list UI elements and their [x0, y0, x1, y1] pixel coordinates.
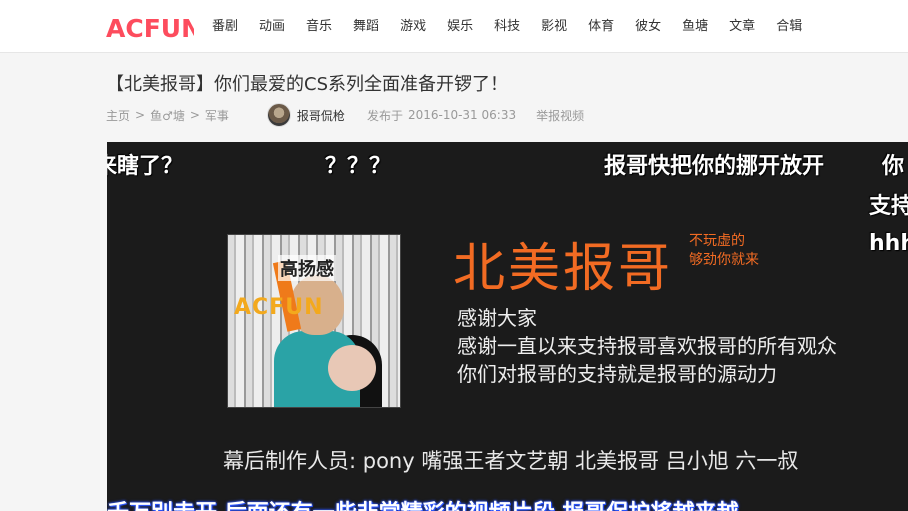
- danmaku-comment: hhh: [869, 231, 908, 256]
- danmaku-comment: 支持: [869, 194, 908, 219]
- nav-item-film[interactable]: 影视: [541, 0, 567, 53]
- breadcrumb-home[interactable]: 主页: [106, 107, 130, 124]
- host-photo-thumbnail: ACFUN 高扬感: [227, 234, 401, 408]
- nav-item-sports[interactable]: 体育: [588, 0, 614, 53]
- channel-brand-title: 北美报哥: [453, 239, 674, 299]
- thanks-message: 感谢大家 感谢一直以来支持报哥喜欢报哥的所有观众 你们对报哥的支持就是报哥的源动…: [457, 304, 837, 388]
- nav-item-game[interactable]: 游戏: [400, 0, 426, 53]
- channel-brand-tagline: 不玩虚的 够劲你就来: [689, 232, 759, 270]
- nav-item-dance[interactable]: 舞蹈: [353, 0, 379, 53]
- report-video-link[interactable]: 举报视频: [536, 107, 584, 124]
- tagline-line: 够劲你就来: [689, 252, 759, 268]
- danmaku-comment: 来瞎了？: [107, 154, 184, 179]
- photo-figure: [328, 345, 376, 391]
- breadcrumb-separator: >: [135, 108, 146, 122]
- nav-item-fishpond[interactable]: 鱼塘: [682, 0, 708, 53]
- nav-item-entertainment[interactable]: 娱乐: [447, 0, 473, 53]
- danmaku-comment: ？？？: [325, 154, 392, 179]
- production-credits: 幕后制作人员: pony 嘴强王者文艺朝 北美报哥 吕小旭 六一叔: [223, 449, 799, 473]
- category-nav: 番剧 动画 音乐 舞蹈 游戏 娱乐 科技 影视 体育 彼女 鱼塘 文章 合辑: [212, 0, 823, 53]
- thanks-line: 你们对报哥的支持就是报哥的源动力: [457, 362, 777, 386]
- danmaku-comment: 你: [882, 154, 905, 179]
- thumbnail-caption: 高扬感: [278, 255, 336, 281]
- author-name-link[interactable]: 报哥侃枪: [297, 107, 345, 124]
- breadcrumb-separator: >: [189, 108, 200, 122]
- nav-item-animation[interactable]: 动画: [259, 0, 285, 53]
- published-time: 2016-10-31 06:33: [407, 108, 517, 122]
- video-title: 【北美报哥】你们最爱的CS系列全面准备开锣了！: [106, 74, 508, 95]
- nav-item-tech[interactable]: 科技: [494, 0, 520, 53]
- danmaku-comment: 报哥快把你的挪开放开: [604, 154, 825, 179]
- tagline-line: 不玩虚的: [689, 233, 745, 249]
- video-player[interactable]: 来瞎了？ ？？？ 报哥快把你的挪开放开 你 支持 hhh ACFUN 高扬感 北…: [107, 142, 908, 511]
- thanks-line: 感谢大家: [457, 306, 537, 330]
- acfun-logo[interactable]: ACFUN: [106, 14, 194, 42]
- logo-text: ACFUN: [106, 14, 194, 42]
- published-label: 发布于: [366, 108, 403, 123]
- thumbnail-logo-text: ACFUN: [234, 295, 324, 320]
- nav-item-collections[interactable]: 合辑: [776, 0, 802, 53]
- breadcrumb-fishpond[interactable]: 鱼♂塘: [150, 107, 185, 124]
- author-avatar[interactable]: [266, 103, 291, 127]
- video-meta-row: 主页 > 鱼♂塘 > 军事 报哥侃枪 发布于 2016-10-31 06:33 …: [106, 103, 584, 127]
- top-navigation-bar: ACFUN 番剧 动画 音乐 舞蹈 游戏 娱乐 科技 影视 体育 彼女 鱼塘 文…: [0, 0, 908, 53]
- nav-item-music[interactable]: 音乐: [306, 0, 332, 53]
- nav-item-bangumi[interactable]: 番剧: [212, 0, 238, 53]
- nav-item-articles[interactable]: 文章: [729, 0, 755, 53]
- breadcrumb-military[interactable]: 军事: [205, 107, 229, 124]
- nav-item-girls[interactable]: 彼女: [635, 0, 661, 53]
- danmaku-comment-bottom: 千万别走开 后面还有一些非常精彩的视频片段 报哥保护将越来越: [107, 495, 738, 511]
- thanks-line: 感谢一直以来支持报哥喜欢报哥的所有观众: [457, 334, 837, 358]
